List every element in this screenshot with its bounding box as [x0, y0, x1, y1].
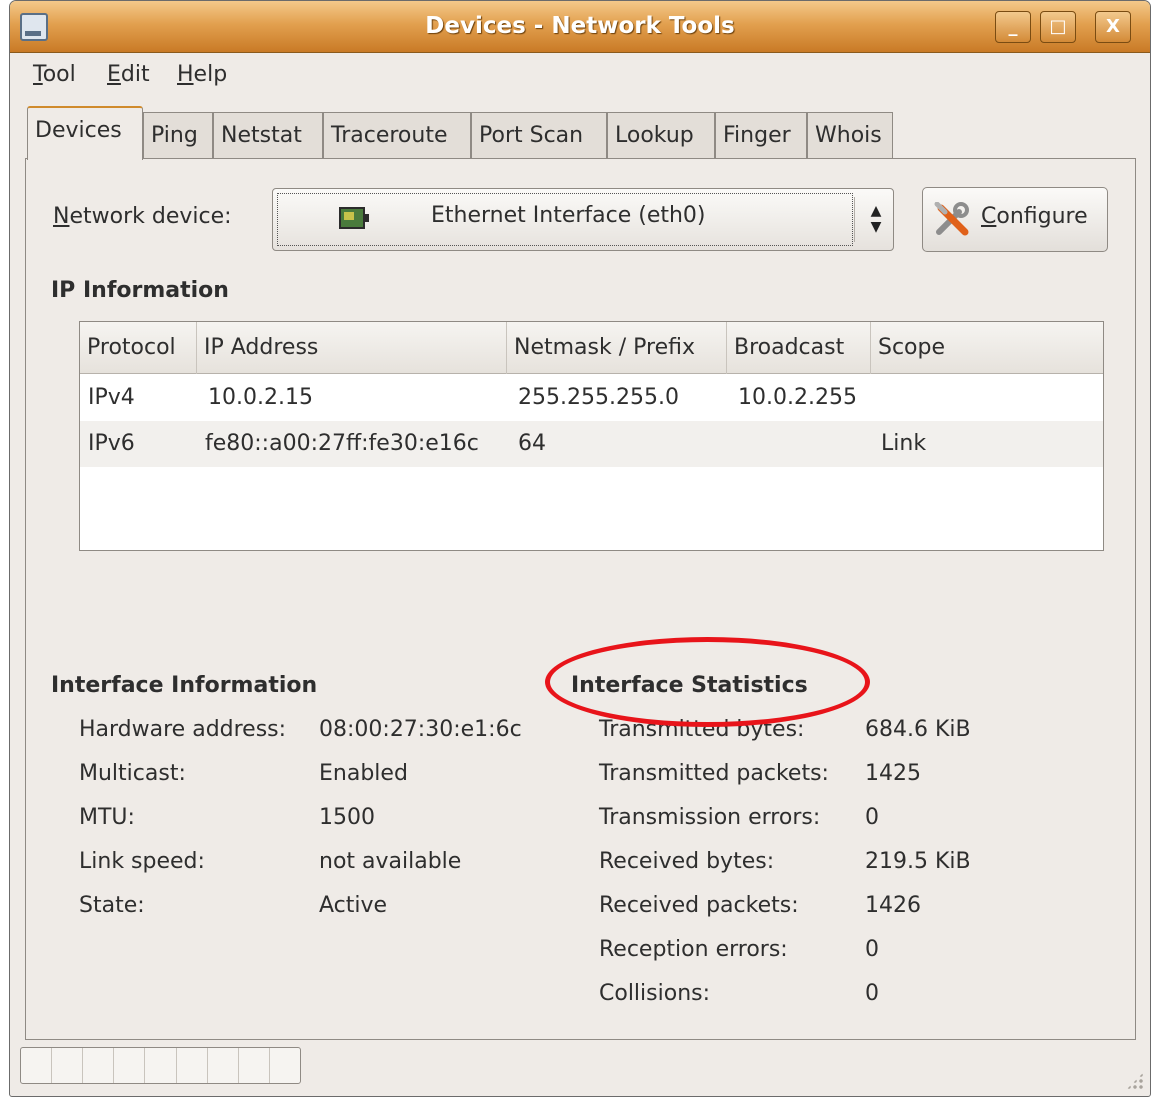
reception-errors-value: 0: [865, 937, 879, 962]
minimize-button[interactable]: _: [995, 11, 1031, 43]
mtu-value: 1500: [319, 805, 375, 830]
status-bar: [10, 1041, 1150, 1096]
reception-errors-label: Reception errors:: [599, 937, 788, 962]
up-down-arrows-icon: ▲▼: [868, 203, 884, 235]
column-header-protocol[interactable]: Protocol: [80, 322, 197, 374]
received-bytes-label: Received bytes:: [599, 849, 775, 874]
tab-netstat[interactable]: Netstat: [213, 112, 323, 159]
transmitted-packets-label: Transmitted packets:: [599, 761, 829, 786]
network-device-value: Ethernet Interface (eth0): [431, 203, 706, 228]
column-header-scope[interactable]: Scope: [871, 322, 1105, 374]
window-title: Devices - Network Tools: [425, 13, 735, 39]
configure-button[interactable]: Configure: [922, 187, 1108, 252]
menu-tool-mnemonic: T: [33, 62, 43, 87]
received-packets-label: Received packets:: [599, 893, 799, 918]
cell-netmask: 255.255.255.0: [518, 385, 679, 410]
link-speed-value: not available: [319, 849, 462, 874]
title-bar[interactable]: Devices - Network Tools _ □ X: [10, 1, 1150, 53]
menu-tool-label: ool: [42, 62, 76, 87]
collisions-value: 0: [865, 981, 879, 1006]
interface-information-heading: Interface Information: [51, 673, 318, 698]
menu-edit-mnemonic: E: [107, 62, 121, 87]
highlight-ellipse-annotation: [545, 637, 870, 727]
cell-protocol: IPv4: [88, 385, 135, 410]
cell-scope: Link: [881, 431, 927, 456]
tab-whois[interactable]: Whois: [807, 112, 893, 159]
close-button[interactable]: X: [1095, 11, 1131, 43]
cell-ip-address: fe80::a00:27ff:fe30:e16c: [205, 431, 479, 456]
received-bytes-value: 219.5 KiB: [865, 849, 971, 874]
menu-help-mnemonic: H: [177, 62, 194, 87]
network-device-select[interactable]: Ethernet Interface (eth0) ▲▼: [272, 188, 894, 251]
transmitted-packets-value: 1425: [865, 761, 921, 786]
tab-traceroute[interactable]: Traceroute: [323, 112, 471, 159]
cell-ip-address: 10.0.2.15: [208, 385, 313, 410]
column-header-netmask[interactable]: Netmask / Prefix: [507, 322, 727, 374]
network-device-label: Network device:: [53, 204, 232, 229]
table-row[interactable]: IPv6 fe80::a00:27ff:fe30:e16c 64 Link: [80, 421, 1103, 467]
menu-help[interactable]: Help: [177, 62, 227, 87]
resize-grip-icon[interactable]: [1126, 1072, 1144, 1090]
tab-devices[interactable]: Devices: [27, 106, 143, 160]
hardware-address-label: Hardware address:: [79, 717, 287, 742]
state-value: Active: [319, 893, 388, 918]
configure-label-rest: onfigure: [996, 204, 1088, 229]
maximize-button[interactable]: □: [1040, 11, 1076, 43]
tab-ping[interactable]: Ping: [143, 112, 213, 159]
transmission-errors-value: 0: [865, 805, 879, 830]
table-empty-area[interactable]: [80, 467, 1103, 551]
table-row[interactable]: IPv4 10.0.2.15 255.255.255.0 10.0.2.255: [80, 375, 1103, 421]
received-packets-value: 1426: [865, 893, 921, 918]
menu-edit-label: dit: [120, 62, 150, 87]
progress-bar: [20, 1047, 301, 1084]
menu-edit[interactable]: Edit: [107, 62, 150, 87]
menu-tool[interactable]: Tool: [33, 62, 76, 87]
multicast-label: Multicast:: [79, 761, 186, 786]
configure-button-label: Configure: [981, 204, 1088, 229]
transmission-errors-label: Transmission errors:: [599, 805, 821, 830]
cell-protocol: IPv6: [88, 431, 135, 456]
link-speed-label: Link speed:: [79, 849, 205, 874]
tab-port-scan[interactable]: Port Scan: [471, 112, 607, 159]
column-header-broadcast[interactable]: Broadcast: [727, 322, 871, 374]
cell-netmask: 64: [518, 431, 546, 456]
network-tools-window: Devices - Network Tools _ □ X Tool Edit …: [9, 0, 1151, 1097]
network-device-label-text: etwork device:: [69, 204, 232, 229]
network-card-icon: [339, 207, 369, 229]
cell-broadcast: 10.0.2.255: [738, 385, 857, 410]
mtu-label: MTU:: [79, 805, 135, 830]
tools-icon: [934, 202, 969, 236]
transmitted-bytes-value: 684.6 KiB: [865, 717, 971, 742]
configure-mnemonic: C: [981, 204, 997, 229]
state-label: State:: [79, 893, 145, 918]
table-header: Protocol IP Address Netmask / Prefix Bro…: [80, 322, 1103, 374]
ip-information-heading: IP Information: [51, 278, 229, 303]
menu-bar: Tool Edit Help: [10, 53, 1150, 99]
collisions-label: Collisions:: [599, 981, 711, 1006]
column-header-ip-address[interactable]: IP Address: [197, 322, 507, 374]
combo-separator: [854, 197, 855, 242]
tab-finger[interactable]: Finger: [715, 112, 807, 159]
network-device-mnemonic: N: [53, 204, 70, 229]
tab-lookup[interactable]: Lookup: [607, 112, 715, 159]
ip-information-table[interactable]: Protocol IP Address Netmask / Prefix Bro…: [79, 321, 1104, 551]
hardware-address-value: 08:00:27:30:e1:6c: [319, 717, 522, 742]
multicast-value: Enabled: [319, 761, 408, 786]
menu-help-label: elp: [193, 62, 228, 87]
